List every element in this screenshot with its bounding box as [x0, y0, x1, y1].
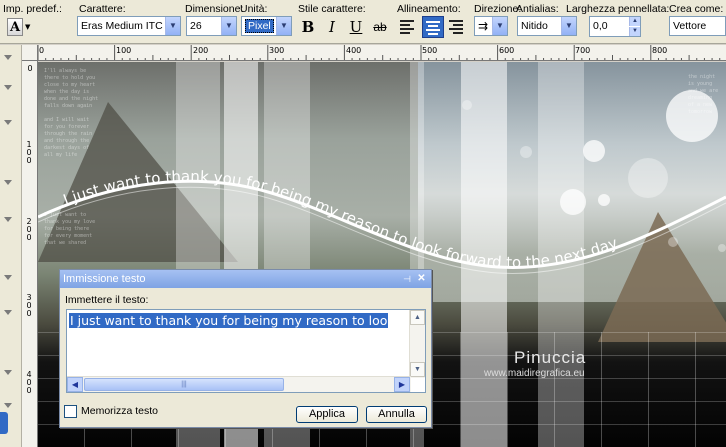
chevron-down-icon[interactable]: ▼ [221, 17, 236, 35]
dialog-title: Immissione testo [63, 273, 146, 285]
italic-button[interactable]: I [321, 17, 343, 37]
apply-button[interactable]: Applica [296, 406, 358, 423]
chevron-down-icon[interactable]: ▼ [276, 17, 291, 35]
remember-text-label: Memorizza testo [81, 405, 159, 417]
collapse-arrow-icon[interactable] [4, 85, 12, 90]
ruler-label: 300 [269, 46, 285, 55]
stroke-width-label: Larghezza pennellata: [566, 3, 670, 15]
collapse-arrow-icon[interactable] [4, 310, 12, 315]
watermark-url: www.maidiregrafica.eu [484, 368, 585, 379]
align-right-button[interactable] [446, 16, 468, 38]
chevron-down-icon[interactable]: ▼ [561, 17, 576, 35]
unit-select[interactable]: Pixel ▼ [241, 16, 292, 36]
ruler-label: 100 [26, 140, 32, 165]
align-label: Allineamento: [397, 3, 461, 15]
antialias-label: Antialias: [516, 3, 559, 15]
dialog-titlebar[interactable]: Immissione testo ⊣ ✕ [60, 270, 431, 288]
size-select[interactable]: 26 ▼ [186, 16, 237, 36]
cancel-button[interactable]: Annulla [366, 406, 427, 423]
stroke-width-input[interactable]: 0,0 ▲ ▼ [589, 16, 641, 37]
ruler-label: 400 [346, 46, 362, 55]
chevron-down-icon: ▼ [25, 22, 31, 31]
font-label: Carattere: [79, 3, 126, 15]
text-input-value: I just want to thank you for being my re… [69, 313, 389, 328]
scroll-right-icon[interactable]: ▶ [394, 377, 410, 392]
horizontal-ruler: 0 100 200 300 400 500 600 700 800 [22, 45, 726, 61]
ruler-label: 200 [26, 217, 32, 242]
scroll-up-icon[interactable]: ▲ [410, 310, 425, 325]
dialog-prompt: Immettere il testo: [65, 294, 149, 306]
spin-up-icon[interactable]: ▲ [629, 17, 640, 26]
align-left-button[interactable] [397, 16, 419, 38]
text-direction-icon: ⇉ [478, 19, 489, 33]
ruler-corner [22, 45, 38, 61]
chevron-down-icon[interactable]: ▼ [492, 17, 507, 35]
unit-label: Unità: [240, 3, 268, 15]
text-entry-dialog: Immissione testo ⊣ ✕ Immettere il testo:… [59, 269, 432, 428]
vertical-ruler: 0 100 200 300 400 [22, 61, 38, 447]
style-label: Stile carattere: [298, 3, 366, 15]
vertical-scrollbar[interactable]: ▲ ▼ [409, 310, 425, 378]
font-select[interactable]: Eras Medium ITC ▼ [77, 16, 181, 36]
preset-label: Imp. predef.: [3, 3, 62, 15]
spin-down-icon[interactable]: ▼ [629, 27, 640, 36]
watermark-name: Pinuccia [514, 348, 587, 367]
collapse-arrow-icon[interactable] [4, 403, 12, 408]
antialias-select[interactable]: Nitido ▼ [517, 16, 577, 36]
create-as-label: Crea come: [669, 3, 724, 15]
size-label: Dimensione: [185, 3, 244, 15]
ruler-label: 500 [422, 46, 438, 55]
bold-button[interactable]: B [297, 17, 319, 37]
left-toolbar-strip [0, 45, 22, 447]
create-as-select[interactable]: Vettore [669, 16, 726, 36]
ruler-label: 300 [26, 293, 32, 318]
direction-label: Direzione: [474, 3, 522, 15]
horizontal-scrollbar[interactable]: ◀ ||| ▶ [67, 376, 411, 392]
chevron-down-icon[interactable]: ▼ [165, 17, 180, 35]
ruler-label: 700 [575, 46, 591, 55]
ruler-label: 200 [193, 46, 209, 55]
remember-text-checkbox[interactable] [64, 405, 77, 418]
pin-icon[interactable]: ⊣ [401, 270, 413, 288]
active-palette-tab[interactable] [0, 412, 8, 434]
ruler-label: 400 [26, 370, 32, 395]
curved-text: I just want to thank you for being my re… [61, 167, 620, 271]
unit-value: Pixel [245, 19, 274, 33]
ruler-label: 600 [499, 46, 515, 55]
scroll-left-icon[interactable]: ◀ [67, 377, 83, 392]
close-icon[interactable]: ✕ [415, 272, 428, 285]
font-value: Eras Medium ITC [81, 20, 163, 32]
collapse-arrow-icon[interactable] [4, 180, 12, 185]
curved-text-path: I just want to thank you for being my re… [61, 167, 620, 271]
text-input-area[interactable]: I just want to thank you for being my re… [66, 309, 426, 393]
ruler-label: 0 [39, 46, 45, 55]
collapse-arrow-icon[interactable] [4, 217, 12, 222]
tool-options-bar: Imp. predef.: A ▼ Carattere: Eras Medium … [0, 0, 726, 44]
collapse-arrow-icon[interactable] [4, 120, 12, 125]
ruler-label: 0 [27, 64, 33, 73]
preset-dropdown[interactable]: A ▼ [4, 15, 34, 37]
align-center-button[interactable] [422, 16, 444, 38]
direction-select[interactable]: ⇉ ▼ [474, 16, 508, 36]
ruler-label: 800 [652, 46, 668, 55]
scroll-down-icon[interactable]: ▼ [410, 362, 425, 377]
antialias-value: Nitido [521, 20, 548, 32]
create-as-value: Vettore [673, 20, 707, 32]
text-preset-icon: A [7, 18, 23, 36]
strikethrough-button[interactable]: ab [369, 17, 391, 37]
collapse-arrow-icon[interactable] [4, 370, 12, 375]
underline-button[interactable]: U [345, 17, 367, 37]
scroll-thumb[interactable]: ||| [84, 378, 284, 391]
collapse-arrow-icon[interactable] [4, 55, 12, 60]
stroke-width-value: 0,0 [593, 20, 608, 32]
ruler-label: 100 [116, 46, 132, 55]
size-value: 26 [190, 20, 202, 32]
collapse-arrow-icon[interactable] [4, 275, 12, 280]
